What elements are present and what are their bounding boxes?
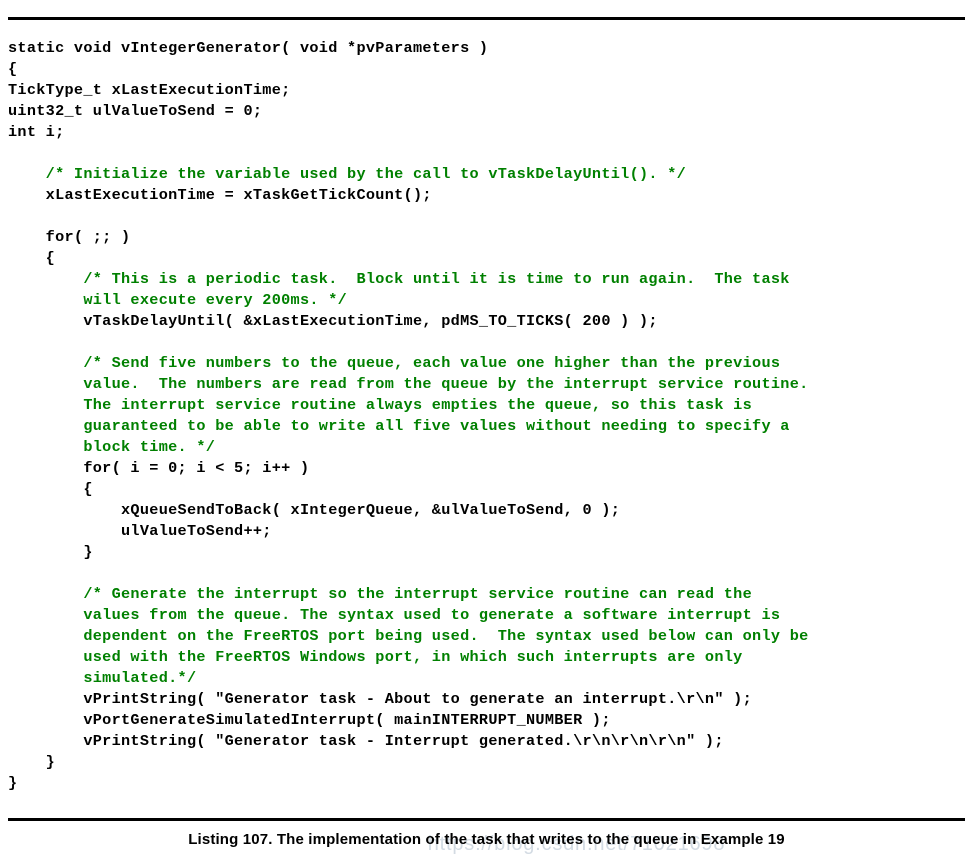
code-text: TickType_t xLastExecutionTime;	[8, 81, 291, 99]
code-line: vPortGenerateSimulatedInterrupt( mainINT…	[8, 710, 968, 731]
code-line: will execute every 200ms. */	[8, 290, 968, 311]
code-text: xLastExecutionTime = xTaskGetTickCount()…	[8, 186, 432, 204]
code-comment: will execute every 200ms. */	[8, 291, 348, 309]
code-line: {	[8, 248, 968, 269]
code-line: The interrupt service routine always emp…	[8, 395, 968, 416]
code-text: {	[8, 249, 56, 267]
code-line: /* Send five numbers to the queue, each …	[8, 353, 968, 374]
code-line: {	[8, 479, 968, 500]
code-line: for( i = 0; i < 5; i++ )	[8, 458, 968, 479]
code-line: uint32_t ulValueToSend = 0;	[8, 101, 968, 122]
code-text: }	[8, 753, 56, 771]
code-line: int i;	[8, 122, 968, 143]
code-text: uint32_t ulValueToSend = 0;	[8, 102, 263, 120]
code-listing: static void vIntegerGenerator( void *pvP…	[8, 38, 968, 794]
code-comment: simulated.*/	[8, 669, 197, 687]
bottom-horizontal-rule	[8, 818, 965, 821]
code-comment: /* This is a periodic task. Block until …	[8, 270, 790, 288]
code-text: }	[8, 774, 18, 792]
code-comment: dependent on the FreeRTOS port being use…	[8, 627, 809, 645]
code-line: /* Generate the interrupt so the interru…	[8, 584, 968, 605]
code-text: for( ;; )	[8, 228, 131, 246]
code-line: for( ;; )	[8, 227, 968, 248]
code-line: TickType_t xLastExecutionTime;	[8, 80, 968, 101]
code-text: for( i = 0; i < 5; i++ )	[8, 459, 310, 477]
code-line: ulValueToSend++;	[8, 521, 968, 542]
code-line: vPrintString( "Generator task - About to…	[8, 689, 968, 710]
code-text: xQueueSendToBack( xIntegerQueue, &ulValu…	[8, 501, 621, 519]
code-text: }	[8, 543, 93, 561]
code-line: /* This is a periodic task. Block until …	[8, 269, 968, 290]
code-line: }	[8, 752, 968, 773]
code-line: dependent on the FreeRTOS port being use…	[8, 626, 968, 647]
listing-caption: Listing 107. The implementation of the t…	[188, 831, 785, 848]
code-text: vPrintString( "Generator task - About to…	[8, 690, 753, 708]
listing-page: static void vIntegerGenerator( void *pvP…	[0, 0, 973, 862]
code-line: static void vIntegerGenerator( void *pvP…	[8, 38, 968, 59]
code-line: values from the queue. The syntax used t…	[8, 605, 968, 626]
code-line: {	[8, 59, 968, 80]
code-line: vTaskDelayUntil( &xLastExecutionTime, pd…	[8, 311, 968, 332]
code-line: }	[8, 773, 968, 794]
code-comment: The interrupt service routine always emp…	[8, 396, 753, 414]
code-text: static void vIntegerGenerator( void *pvP…	[8, 39, 489, 57]
code-line: simulated.*/	[8, 668, 968, 689]
code-text: int i;	[8, 123, 65, 141]
code-text: ulValueToSend++;	[8, 522, 272, 540]
code-comment: guaranteed to be able to write all five …	[8, 417, 790, 435]
code-line: block time. */	[8, 437, 968, 458]
top-horizontal-rule	[8, 17, 965, 20]
code-text: {	[8, 480, 93, 498]
code-text: vTaskDelayUntil( &xLastExecutionTime, pd…	[8, 312, 658, 330]
code-comment: /* Initialize the variable used by the c…	[8, 165, 687, 183]
code-text: {	[8, 60, 18, 78]
code-line: value. The numbers are read from the que…	[8, 374, 968, 395]
code-line: /* Initialize the variable used by the c…	[8, 164, 968, 185]
code-line: xQueueSendToBack( xIntegerQueue, &ulValu…	[8, 500, 968, 521]
code-line: guaranteed to be able to write all five …	[8, 416, 968, 437]
code-line: vPrintString( "Generator task - Interrup…	[8, 731, 968, 752]
code-line: xLastExecutionTime = xTaskGetTickCount()…	[8, 185, 968, 206]
code-text: vPrintString( "Generator task - Interrup…	[8, 732, 724, 750]
code-line: }	[8, 542, 968, 563]
code-comment: used with the FreeRTOS Windows port, in …	[8, 648, 743, 666]
code-text: vPortGenerateSimulatedInterrupt( mainINT…	[8, 711, 611, 729]
code-line: used with the FreeRTOS Windows port, in …	[8, 647, 968, 668]
code-comment: values from the queue. The syntax used t…	[8, 606, 781, 624]
code-comment: value. The numbers are read from the que…	[8, 375, 809, 393]
code-comment: /* Generate the interrupt so the interru…	[8, 585, 753, 603]
code-comment: /* Send five numbers to the queue, each …	[8, 354, 781, 372]
code-comment: block time. */	[8, 438, 216, 456]
